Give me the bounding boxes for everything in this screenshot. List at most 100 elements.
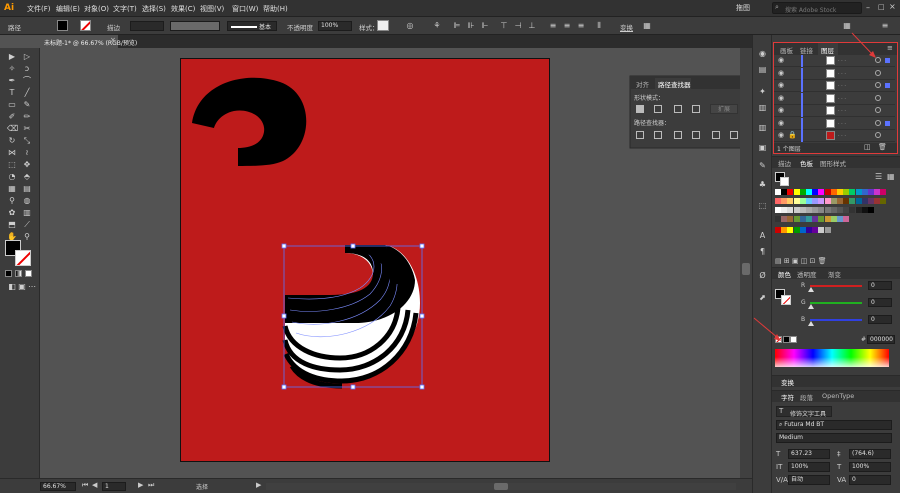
swatch[interactable] [843,216,850,222]
stroke-style-dropdown[interactable]: 基本 [227,21,277,31]
shaper-icon[interactable]: ✐ [7,112,17,122]
list-view-icon[interactable]: ☰ [875,172,882,181]
swatch[interactable] [775,207,781,213]
menu-item-0[interactable]: 文件(F) [27,4,51,14]
touch-type-button[interactable]: T 修饰文字工具 [776,406,832,418]
font-style-field[interactable]: Medium [776,433,892,443]
swatch[interactable] [775,216,781,222]
swatch[interactable] [806,216,812,222]
layer-row[interactable]: ◉. . . [774,117,895,130]
eye-icon[interactable]: ◉ [778,131,784,139]
swatch[interactable] [793,216,800,222]
swatch[interactable] [874,189,881,195]
align-left-icon[interactable]: ⊫ [452,21,462,31]
rotate-icon[interactable]: ↻ [7,136,17,146]
libraries-icon[interactable]: ▤ [757,65,768,75]
swatch[interactable] [812,189,819,195]
tab-pathfinder[interactable]: 路径查找器 [658,79,691,89]
merge-icon[interactable] [674,131,682,139]
swatch[interactable] [818,216,825,222]
distribute-middle-icon[interactable]: ≡ [562,21,572,31]
tab-gradient[interactable]: 渐变 [828,269,841,279]
swatch[interactable] [824,198,831,204]
tab-links[interactable]: 链接 [800,45,813,55]
trim-icon[interactable] [654,131,662,139]
eye-icon[interactable]: ◉ [778,119,784,127]
tab-artboards[interactable]: 画板 [780,45,793,55]
delete-layer-icon[interactable]: 🗑 [878,143,887,151]
swatch[interactable] [799,216,806,222]
minus-front-icon[interactable] [654,105,662,113]
swatch[interactable] [812,216,819,222]
align-right-icon[interactable]: ⊩ [480,21,490,31]
swatch[interactable] [775,198,781,204]
swatch[interactable] [787,198,794,204]
asset-export-icon[interactable]: ⬈ [757,293,768,303]
image-trace-icon[interactable]: ⬚ [757,201,768,211]
tab-opentype[interactable]: OpenType [822,392,854,400]
menu-item-8[interactable]: 帮助(H) [263,4,288,14]
swatch[interactable] [837,216,843,222]
outline-icon[interactable] [712,131,720,139]
recolor-icon[interactable]: ◎ [405,21,415,31]
swatch[interactable] [843,207,850,213]
free-transform-icon[interactable]: ⬚ [7,160,17,170]
grid-view-icon[interactable]: ▦ [887,172,895,181]
swatch[interactable] [861,198,868,204]
layer-row[interactable]: ◉. . . [774,92,895,105]
font-family-field[interactable]: ⌕ Futura Md BT [776,420,892,430]
layer-row[interactable]: ◉ 🔒. . . [774,130,895,142]
close-window-button[interactable]: × [889,2,897,11]
eye-icon[interactable]: ◉ [778,106,784,114]
line-icon[interactable]: ╱ [22,88,32,98]
channel-slider-thumb[interactable] [808,287,814,292]
transparency-icon[interactable]: ▥ [757,103,768,113]
align-center-icon[interactable]: ⊪ [466,21,476,31]
swatch[interactable] [806,207,812,213]
swatch[interactable] [781,198,788,204]
swatch[interactable] [849,198,856,204]
brushes-icon[interactable]: ✎ [757,161,768,171]
swatch[interactable] [799,189,806,195]
channel-value-field[interactable]: 0 [868,281,892,290]
swatch[interactable] [793,227,800,233]
appearance-icon[interactable]: ▣ [757,143,768,153]
symbol-sprayer-icon[interactable]: ✿ [7,208,17,218]
none-swatch[interactable] [775,336,782,343]
horizontal-scale-field[interactable]: 100% [849,462,891,472]
curvature-icon[interactable]: ⌒ [22,76,32,86]
divide-icon[interactable] [636,131,644,139]
swatch[interactable] [806,227,812,233]
leading-field[interactable]: (764.6) [849,449,891,459]
artboard-icon[interactable]: ⬒ [7,220,17,230]
lasso-icon[interactable]: ↄ [22,64,32,74]
swatch[interactable] [793,198,800,204]
horizontal-scrollbar[interactable] [266,483,736,490]
swatch[interactable] [824,207,831,213]
channel-value-field[interactable]: 0 [868,298,892,307]
artboard-field[interactable]: 1 [102,482,126,491]
swatch[interactable] [837,198,843,204]
distribute-bottom-icon[interactable]: ≡ [576,21,586,31]
swatch[interactable] [843,189,850,195]
search-stock-input[interactable]: ⌕ 搜索 Adobe Stock [772,2,862,14]
swatch[interactable] [793,207,800,213]
swatch[interactable] [775,227,781,233]
lock-icon[interactable]: 🔒 [788,131,797,139]
graphic-style-swatch[interactable] [377,20,389,31]
color-spectrum[interactable] [775,349,889,367]
eye-icon[interactable]: ◉ [778,69,784,77]
eye-icon[interactable]: ◉ [778,56,784,64]
swatch[interactable] [812,198,819,204]
tab-paragraph[interactable]: 段落 [800,392,813,402]
swatch[interactable] [855,207,862,213]
swatch[interactable] [812,227,819,233]
panel-menu-icon[interactable]: ≡ [880,21,890,31]
channel-slider[interactable] [810,319,862,321]
swatch[interactable] [799,198,806,204]
tab-align[interactable]: 对齐 [636,79,649,89]
last-artboard-icon[interactable]: ⏭ [148,481,154,490]
vertical-scrollbar[interactable] [740,48,752,478]
swatch[interactable] [818,189,825,195]
adobe-color-icon[interactable]: ✦ [757,87,768,97]
